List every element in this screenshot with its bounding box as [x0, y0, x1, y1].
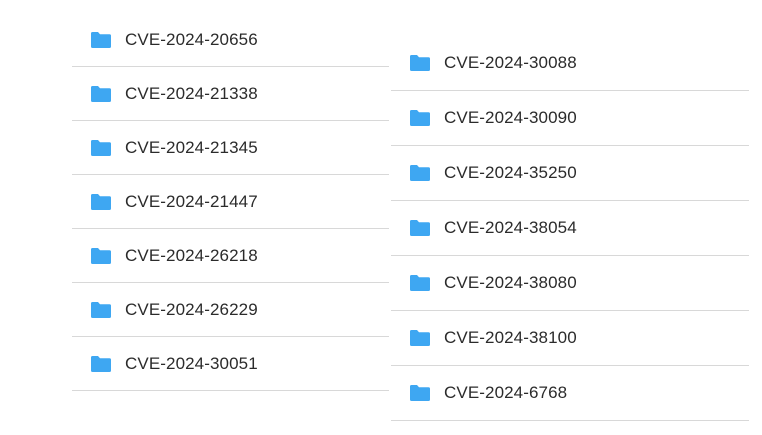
folder-label: CVE-2024-26229: [125, 299, 258, 319]
folder-icon: [90, 139, 112, 157]
folder-icon: [90, 31, 112, 49]
folder-item[interactable]: CVE-2024-21338: [72, 67, 389, 121]
folder-item[interactable]: CVE-2024-21345: [72, 121, 389, 175]
folder-label: CVE-2024-30051: [125, 353, 258, 373]
folder-icon: [409, 164, 431, 182]
folder-list-right: CVE-2024-30088 CVE-2024-30090 CVE-2024-3…: [391, 36, 749, 421]
folder-icon: [90, 85, 112, 103]
folder-label: CVE-2024-35250: [444, 163, 577, 182]
folder-label: CVE-2024-21345: [125, 137, 258, 157]
folder-icon: [409, 329, 431, 347]
folder-item[interactable]: CVE-2024-30088: [391, 36, 749, 91]
folder-icon: [409, 274, 431, 292]
folder-icon: [409, 54, 431, 72]
folder-label: CVE-2024-26218: [125, 245, 258, 265]
folder-icon: [90, 247, 112, 265]
folder-item[interactable]: CVE-2024-6768: [391, 366, 749, 421]
folder-label: CVE-2024-21447: [125, 191, 258, 211]
folder-item[interactable]: CVE-2024-21447: [72, 175, 389, 229]
folder-label: CVE-2024-30090: [444, 108, 577, 127]
folder-label: CVE-2024-38100: [444, 328, 577, 347]
folder-icon: [409, 384, 431, 402]
folder-icon: [90, 355, 112, 373]
folder-item[interactable]: CVE-2024-38100: [391, 311, 749, 366]
folder-item[interactable]: CVE-2024-35250: [391, 146, 749, 201]
folder-item[interactable]: CVE-2024-30090: [391, 91, 749, 146]
folder-label: CVE-2024-6768: [444, 383, 568, 402]
folder-icon: [409, 219, 431, 237]
folder-label: CVE-2024-20656: [125, 29, 258, 49]
folder-item[interactable]: CVE-2024-38054: [391, 201, 749, 256]
folder-label: CVE-2024-30088: [444, 53, 577, 72]
folder-icon: [90, 193, 112, 211]
folder-label: CVE-2024-38054: [444, 218, 577, 237]
folder-icon: [90, 301, 112, 319]
folder-item[interactable]: CVE-2024-26218: [72, 229, 389, 283]
folder-item[interactable]: CVE-2024-38080: [391, 256, 749, 311]
folder-item[interactable]: CVE-2024-20656: [72, 13, 389, 67]
folder-item[interactable]: CVE-2024-26229: [72, 283, 389, 337]
folder-icon: [409, 109, 431, 127]
folder-list-left: CVE-2024-20656 CVE-2024-21338 CVE-2024-2…: [72, 13, 389, 391]
folder-label: CVE-2024-21338: [125, 83, 258, 103]
folder-label: CVE-2024-38080: [444, 273, 577, 292]
folder-item[interactable]: CVE-2024-30051: [72, 337, 389, 391]
